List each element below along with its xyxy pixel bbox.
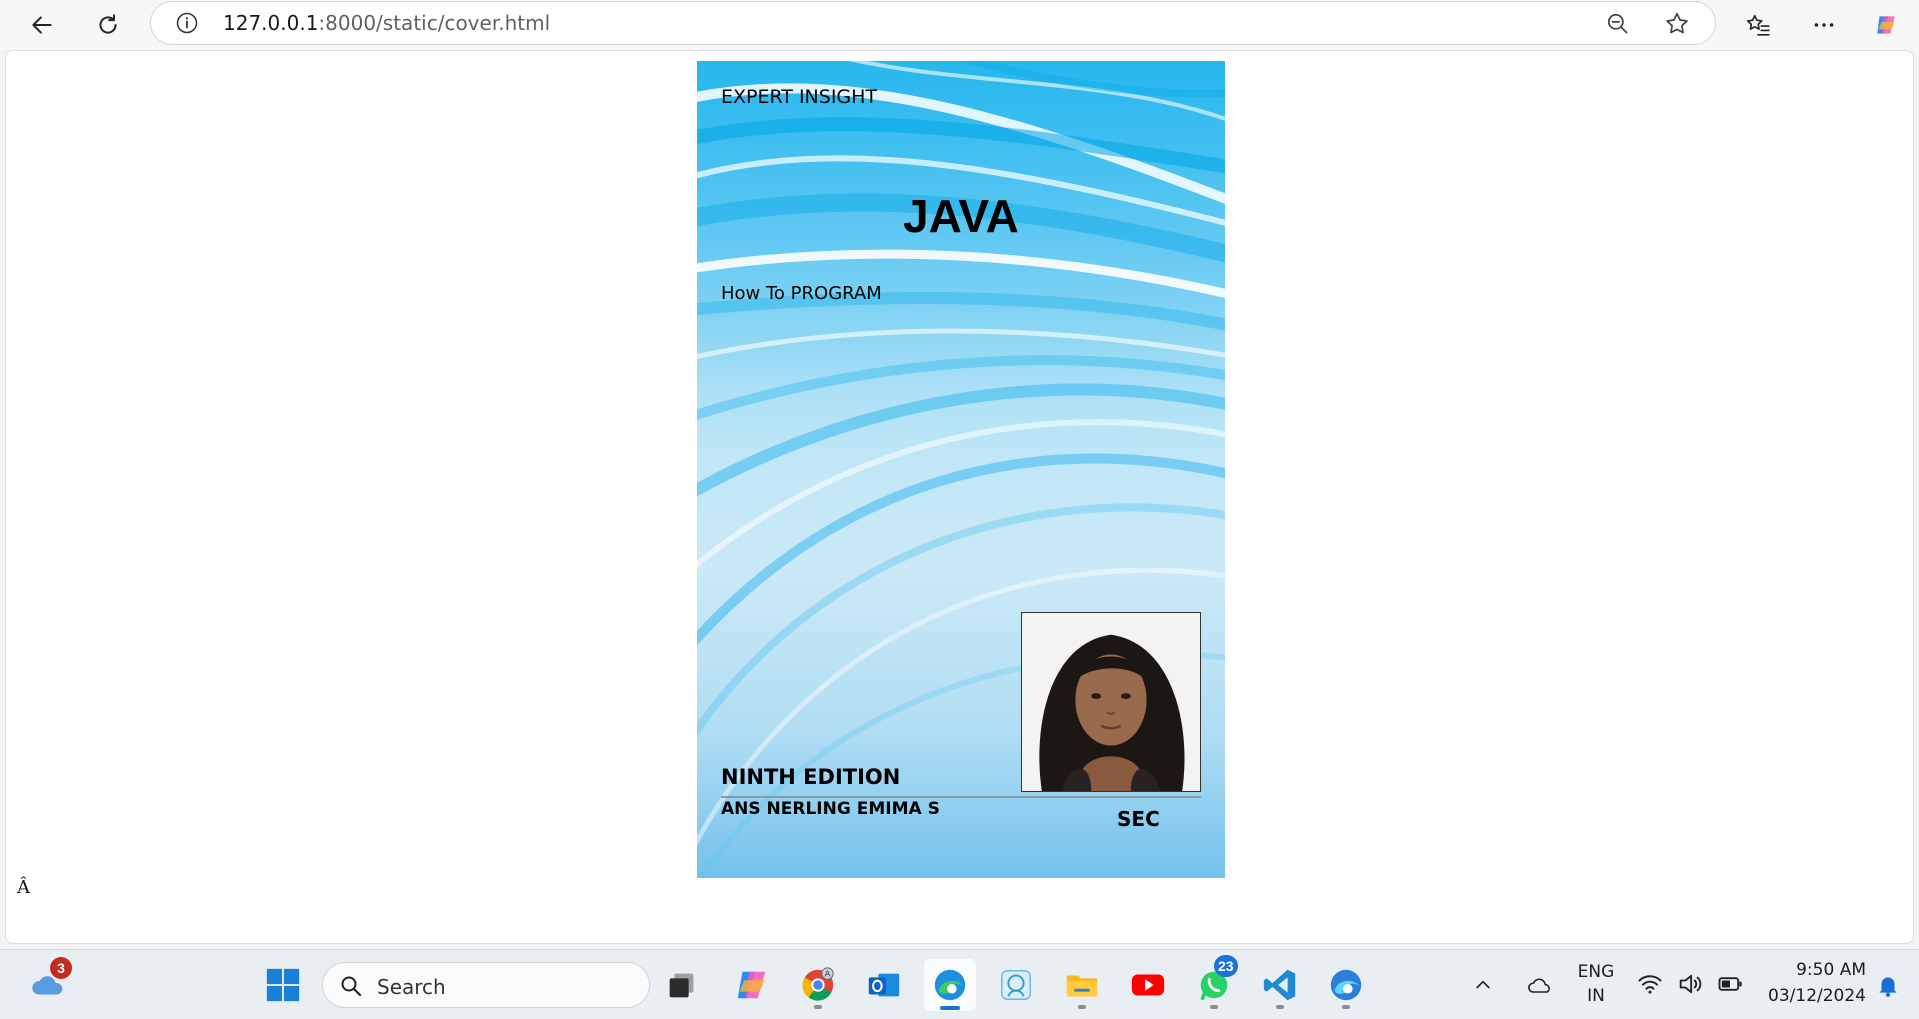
- copilot-button[interactable]: [1866, 5, 1906, 45]
- chrome-icon: A: [802, 967, 834, 1001]
- battery-icon: [1718, 977, 1742, 991]
- zoom-out-icon[interactable]: [1605, 11, 1631, 37]
- outlook-taskbar-button[interactable]: [858, 959, 910, 1011]
- task-view-button[interactable]: [656, 959, 708, 1011]
- page-viewport: EXPERT INSIGHT JAVA How To PROGRAM NINTH…: [5, 50, 1914, 944]
- start-button[interactable]: [257, 959, 309, 1011]
- running-indicator: [1276, 1005, 1284, 1009]
- app-icon: [1001, 970, 1031, 1000]
- taskbar-search-placeholder: Search: [377, 975, 446, 999]
- language-line1: ENG: [1577, 962, 1615, 982]
- vscode-icon: [1263, 969, 1296, 1001]
- svg-text:A: A: [825, 968, 831, 978]
- vscode-taskbar-button[interactable]: [1254, 959, 1306, 1011]
- windows-start-icon: [266, 968, 300, 1002]
- cover-title: JAVA: [903, 190, 1019, 242]
- clock[interactable]: 9:50 AM 03/12/2024: [1754, 958, 1866, 1012]
- running-indicator: [1078, 1005, 1086, 1009]
- favorites-button[interactable]: [1738, 5, 1778, 45]
- url-path: :8000/static/cover.html: [318, 11, 551, 35]
- language-indicator[interactable]: ENG IN: [1568, 960, 1624, 1012]
- taskbar: 3 Search A 23 ENG IN 9:50 AM 03/12/2024: [0, 949, 1919, 1019]
- more-icon: [1814, 23, 1834, 27]
- whatsapp-taskbar-button[interactable]: 23: [1188, 955, 1240, 1011]
- favorites-list-icon: [1746, 14, 1770, 36]
- favorite-star-icon[interactable]: [1663, 10, 1691, 38]
- stray-character: Â: [17, 877, 30, 898]
- volume-icon: [1679, 974, 1702, 994]
- weather-badge: 3: [50, 957, 72, 979]
- copilot-icon: [737, 971, 766, 999]
- whatsapp-badge: 23: [1214, 955, 1238, 977]
- edge-beta-icon: [1330, 969, 1362, 1001]
- youtube-icon: [1131, 974, 1165, 996]
- cover-divider: [721, 796, 1201, 798]
- cover-series-label: EXPERT INSIGHT: [721, 86, 878, 108]
- copilot-taskbar-button[interactable]: [726, 959, 778, 1011]
- active-indicator: [940, 1006, 960, 1010]
- wifi-icon: [1638, 975, 1662, 994]
- address-bar[interactable]: 127.0.0.1:8000/static/cover.html: [150, 1, 1716, 45]
- author-photo: [1021, 612, 1201, 792]
- chevron-up-icon: [1476, 980, 1490, 989]
- app-taskbar-button[interactable]: [990, 959, 1042, 1011]
- url-text[interactable]: 127.0.0.1:8000/static/cover.html: [223, 12, 550, 34]
- more-button[interactable]: [1804, 5, 1844, 45]
- back-icon: [32, 16, 52, 34]
- file-explorer-taskbar-button[interactable]: [1056, 959, 1108, 1011]
- show-hidden-icons-button[interactable]: [1466, 959, 1500, 1011]
- author-portrait-image: [1022, 613, 1200, 791]
- task-view-icon: [669, 973, 694, 998]
- taskbar-search-box[interactable]: Search: [322, 962, 650, 1008]
- weather-widget[interactable]: 3: [22, 957, 74, 1011]
- edge-icon: [934, 969, 966, 1001]
- chrome-taskbar-button[interactable]: A: [792, 959, 844, 1011]
- cover-subtitle: How To PROGRAM: [721, 283, 882, 304]
- outlook-icon: [868, 973, 900, 997]
- running-indicator: [1342, 1005, 1350, 1009]
- cover-author: ANS NERLING EMIMA S: [721, 799, 940, 819]
- youtube-taskbar-button[interactable]: [1122, 959, 1174, 1011]
- book-cover: EXPERT INSIGHT JAVA How To PROGRAM NINTH…: [697, 61, 1225, 878]
- refresh-icon: [99, 14, 117, 34]
- onedrive-button[interactable]: [1520, 959, 1560, 1011]
- onedrive-cloud-icon: [1528, 978, 1550, 993]
- notifications-button[interactable]: [1866, 959, 1910, 1011]
- url-host: 127.0.0.1: [223, 11, 319, 35]
- clock-time: 9:50 AM: [1796, 960, 1866, 980]
- refresh-button[interactable]: [88, 5, 128, 45]
- copilot-icon: [1877, 16, 1895, 34]
- edge-taskbar-button[interactable]: [924, 959, 976, 1011]
- browser-toolbar: 127.0.0.1:8000/static/cover.html: [0, 0, 1919, 50]
- running-indicator: [1210, 1005, 1218, 1009]
- cover-publisher: SEC: [1117, 807, 1160, 831]
- search-icon: [341, 976, 362, 997]
- cover-edition: NINTH EDITION: [721, 765, 901, 789]
- back-button[interactable]: [22, 5, 62, 45]
- bell-icon: [1879, 977, 1897, 997]
- edge-beta-taskbar-button[interactable]: [1320, 959, 1372, 1011]
- folder-icon: [1066, 975, 1098, 997]
- site-info-icon[interactable]: [175, 11, 199, 35]
- language-line2: IN: [1587, 986, 1605, 1006]
- running-indicator: [814, 1005, 822, 1009]
- clock-date: 03/12/2024: [1768, 986, 1866, 1006]
- quick-settings-button[interactable]: [1636, 964, 1744, 1004]
